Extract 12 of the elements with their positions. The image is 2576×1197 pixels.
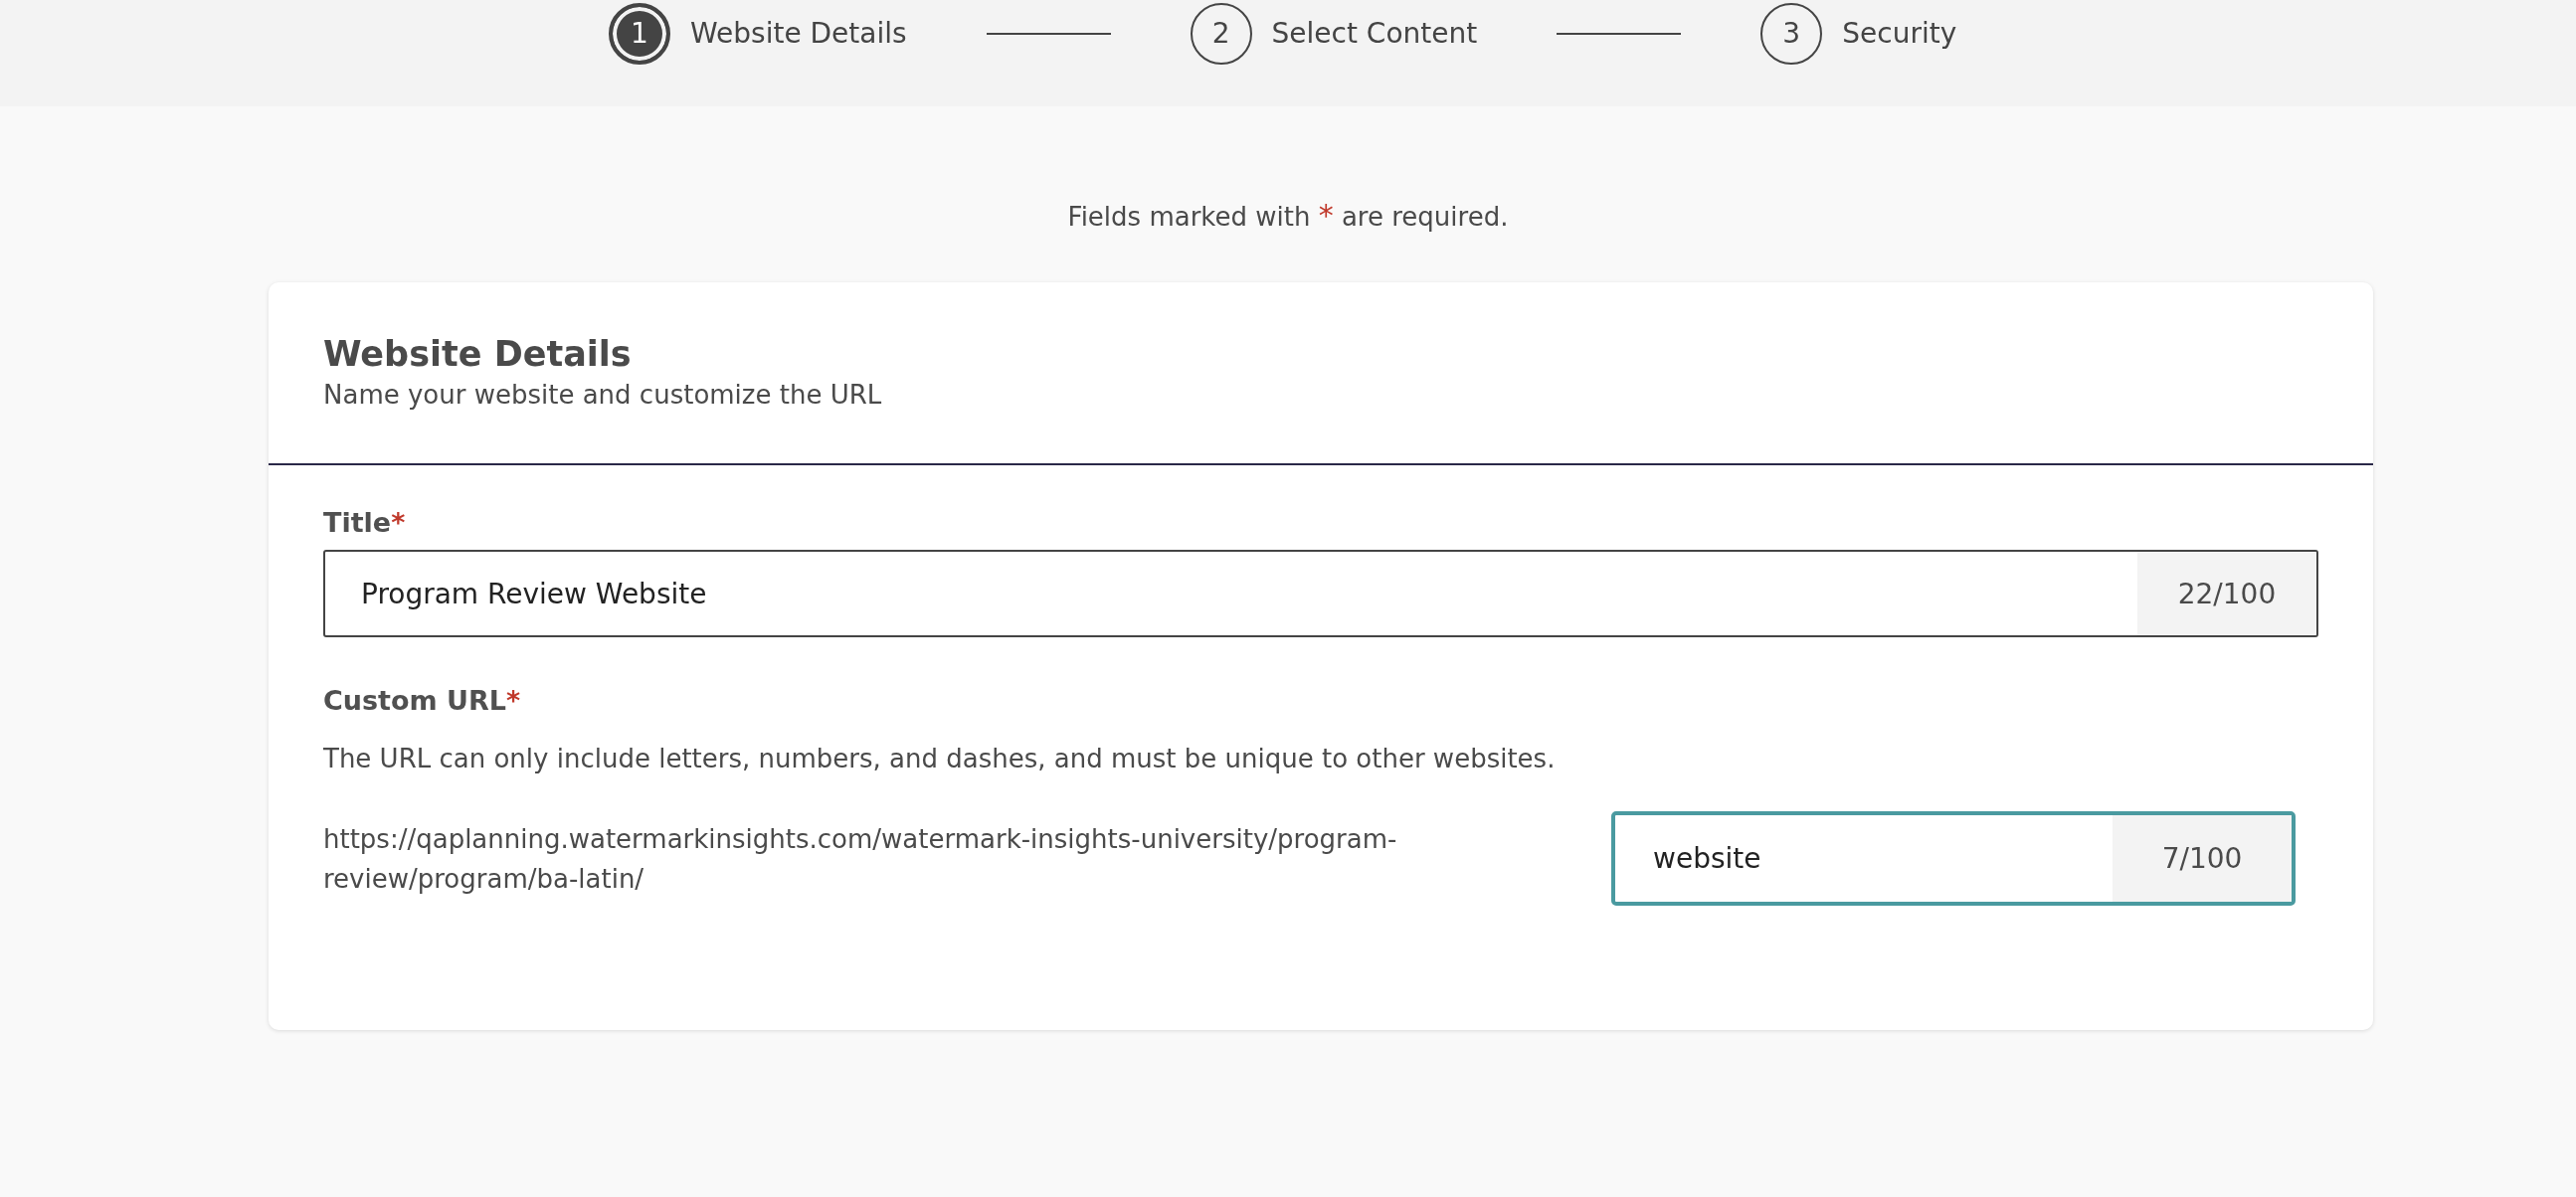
required-note: Fields marked with * are required.	[1066, 197, 1510, 235]
field-label: Custom URL*	[323, 685, 522, 716]
step[interactable]: 2 Select Content	[1190, 2, 1478, 65]
url-prefix: https://qaplanning.watermarkinsights.com/watermark-insights-university/program-review/program/ba-latin/	[323, 822, 1398, 896]
card-title: Website Details	[323, 334, 633, 374]
step[interactable]: 3 Security	[1760, 2, 1957, 65]
title-input-field[interactable]: Program Review Website 22/100	[323, 550, 2318, 637]
field-label: Title*	[323, 507, 407, 538]
step[interactable]: 1 Website Details	[609, 2, 907, 65]
card-subtitle: Name your website and customize the URL	[323, 380, 883, 410]
help-text: The URL can only include letters, numbers, and dashes, and must be unique to other websites.	[323, 744, 1557, 773]
url-input-field[interactable]: website 7/100	[1611, 811, 2296, 906]
